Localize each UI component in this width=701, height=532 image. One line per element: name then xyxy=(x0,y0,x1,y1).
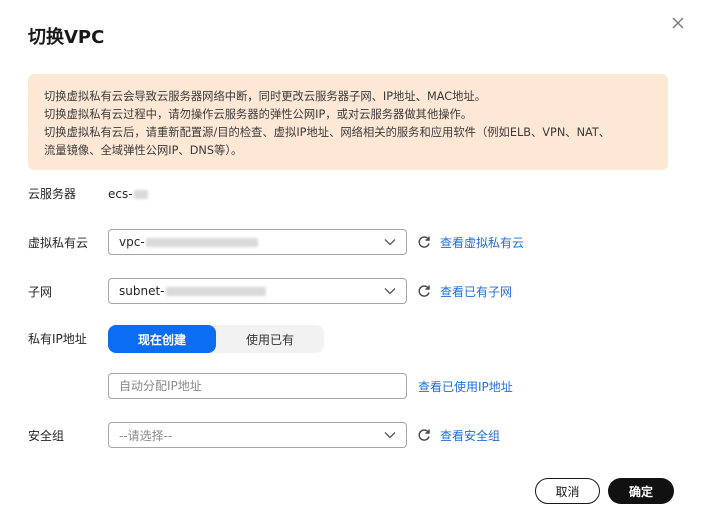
redacted-text xyxy=(133,189,148,199)
refresh-icon[interactable] xyxy=(417,428,431,442)
confirm-button[interactable]: 确定 xyxy=(608,478,674,504)
warning-line: 流量镜像、全域弹性公网IP、DNS等）。 xyxy=(44,144,243,157)
redacted-text xyxy=(145,237,258,247)
ip-address-input[interactable] xyxy=(108,373,407,399)
vpc-select[interactable]: vpc- xyxy=(108,229,407,255)
security-group-placeholder: --请选择-- xyxy=(119,428,173,443)
warning-banner: 切换虚拟私有云会导致云服务器网络中断，同时更改云服务器子网、IP地址、MAC地址… xyxy=(28,74,668,170)
warning-line: 切换虚拟私有云过程中，请勿操作云服务器的弹性公网IP，或对云服务器做其他操作。 xyxy=(44,108,473,121)
view-vpc-link[interactable]: 查看虚拟私有云 xyxy=(440,235,524,251)
chevron-down-icon xyxy=(384,239,396,246)
cancel-button[interactable]: 取消 xyxy=(535,478,600,504)
security-group-select[interactable]: --请选择-- xyxy=(108,422,407,448)
close-icon[interactable] xyxy=(669,14,687,32)
refresh-icon[interactable] xyxy=(417,284,431,298)
view-subnet-link[interactable]: 查看已有子网 xyxy=(440,284,512,300)
private-ip-label: 私有IP地址 xyxy=(28,332,87,346)
view-security-group-link[interactable]: 查看安全组 xyxy=(440,428,500,444)
server-value: ecs- xyxy=(108,186,148,202)
subnet-select[interactable]: subnet- xyxy=(108,278,407,304)
server-name: ecs- xyxy=(108,187,133,201)
vpc-select-value: vpc- xyxy=(119,235,145,249)
private-ip-toggle: 现在创建 使用已有 xyxy=(108,325,324,353)
warning-line: 切换虚拟私有云会导致云服务器网络中断，同时更改云服务器子网、IP地址、MAC地址… xyxy=(44,90,486,103)
switch-vpc-dialog: 切换VPC 切换虚拟私有云会导致云服务器网络中断，同时更改云服务器子网、IP地址… xyxy=(0,0,701,532)
use-existing-option[interactable]: 使用已有 xyxy=(216,325,324,353)
view-used-ip-link[interactable]: 查看已使用IP地址 xyxy=(418,379,513,395)
security-group-label: 安全组 xyxy=(28,429,65,443)
server-label: 云服务器 xyxy=(28,187,77,201)
chevron-down-icon xyxy=(384,432,396,439)
vpc-label: 虚拟私有云 xyxy=(28,236,89,250)
create-now-option[interactable]: 现在创建 xyxy=(108,325,216,353)
redacted-text xyxy=(165,286,266,296)
warning-line: 切换虚拟私有云后，请重新配置源/目的检查、虚拟IP地址、网络相关的服务和应用软件… xyxy=(44,126,611,139)
dialog-title: 切换VPC xyxy=(28,27,105,48)
refresh-icon[interactable] xyxy=(417,235,431,249)
subnet-label: 子网 xyxy=(28,285,53,299)
subnet-select-value: subnet- xyxy=(119,284,165,298)
chevron-down-icon xyxy=(384,288,396,295)
